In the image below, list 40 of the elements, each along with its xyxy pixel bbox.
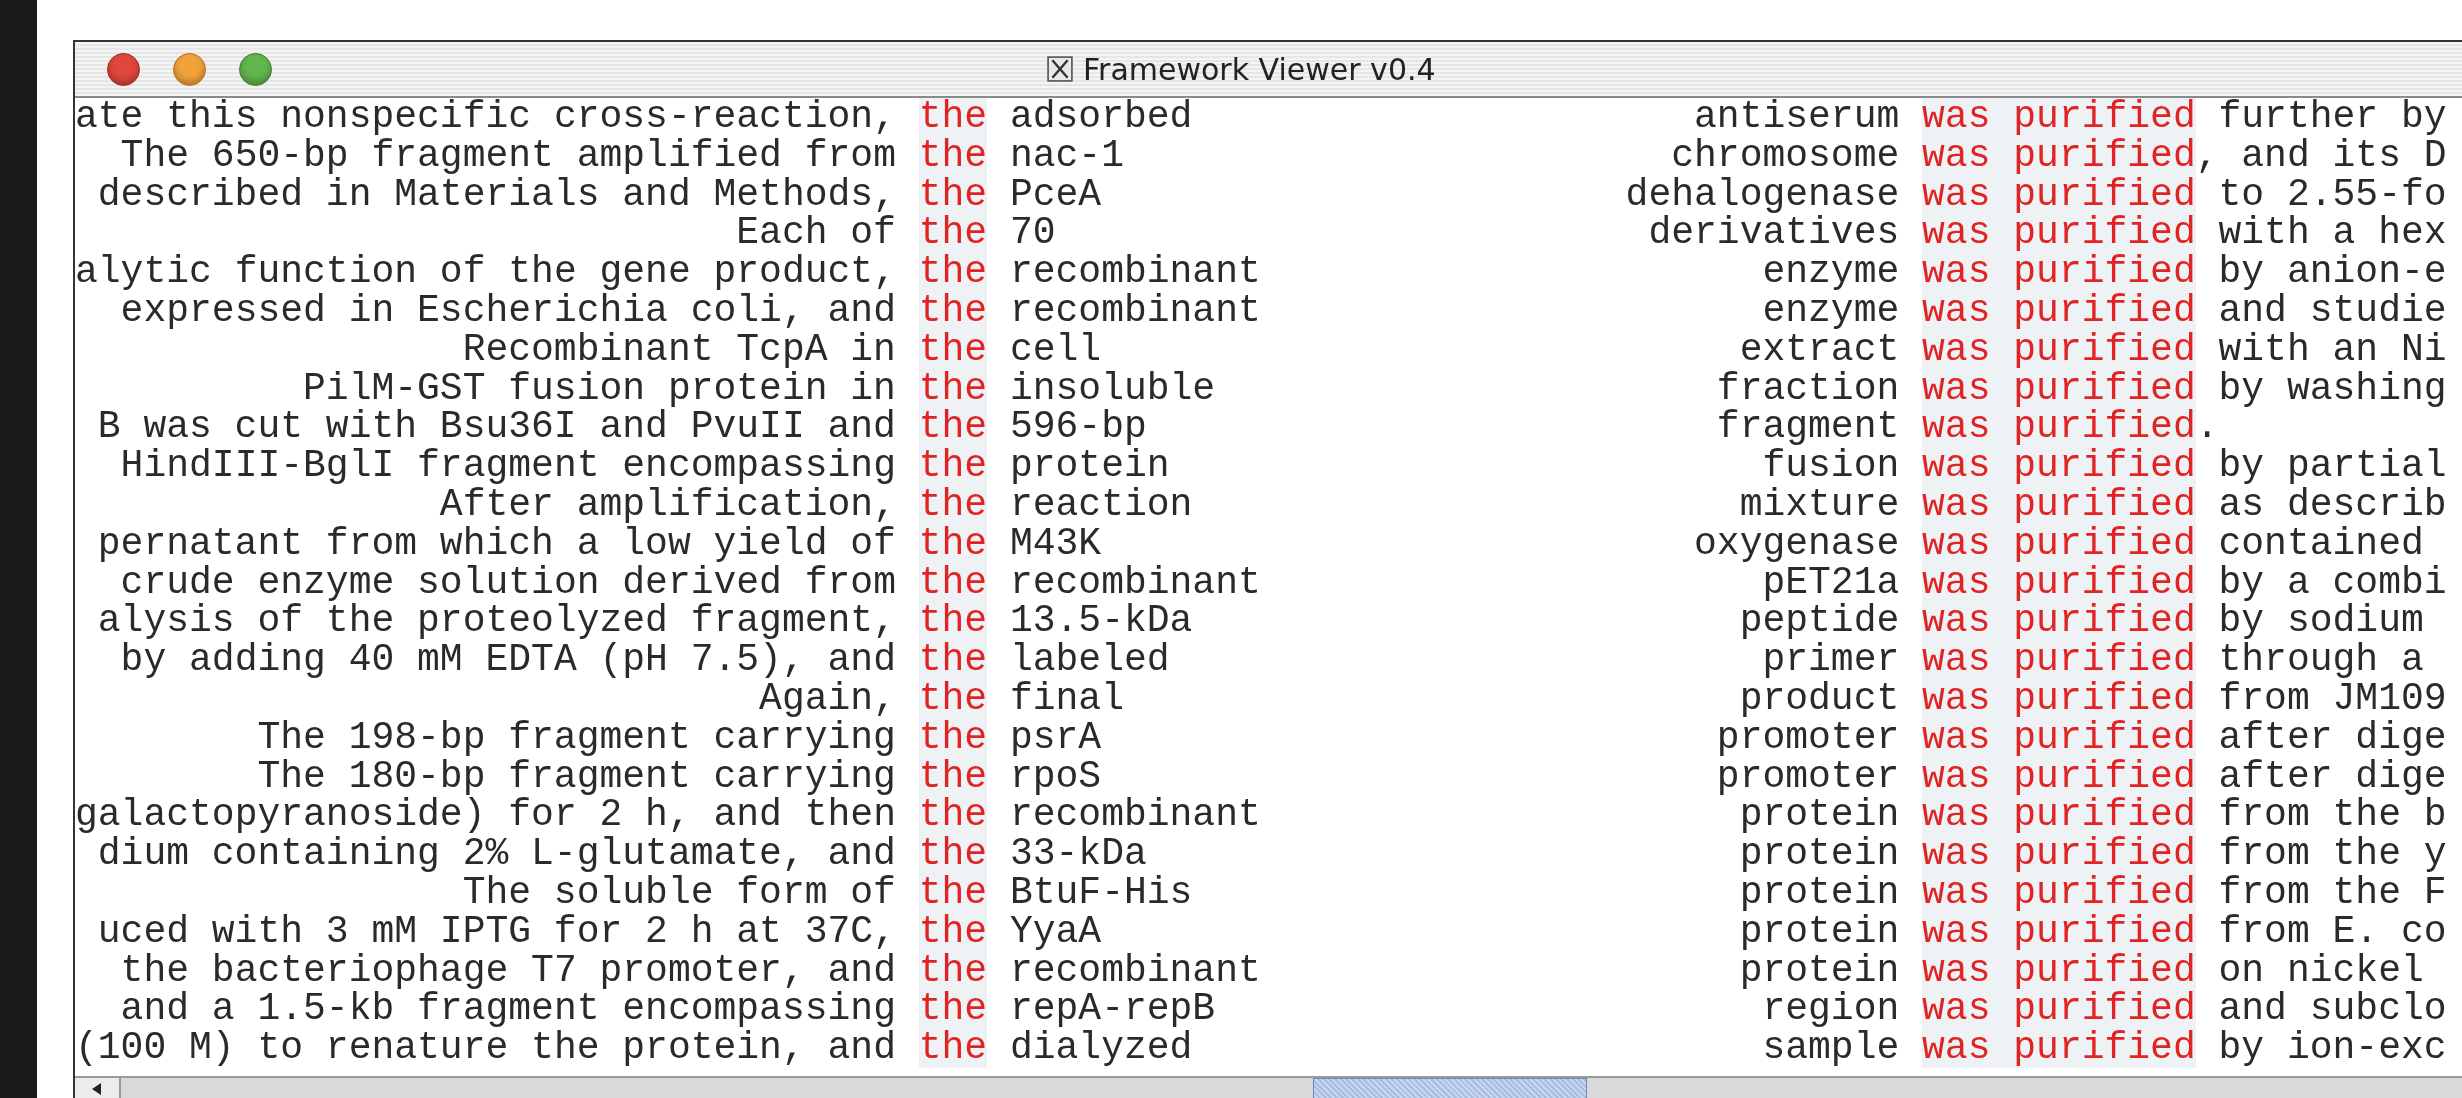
scroll-left-button[interactable] — [75, 1078, 121, 1098]
context-text: after dige — [2218, 715, 2447, 759]
keyword-text: the — [918, 211, 988, 255]
keyword-text: was purified — [1922, 250, 2196, 294]
context-text: HindIII-BglI fragment encompassing — [120, 444, 896, 488]
keyword-text: was purified — [1922, 832, 2196, 876]
context-text: further by — [2218, 98, 2447, 138]
context-text: from the y — [2218, 832, 2447, 876]
x-window-icon — [1047, 56, 1073, 82]
context-text: (100 M) to renature the protein, and — [75, 1026, 896, 1070]
context-text: . — [2195, 405, 2219, 449]
keyword-text: was purified — [1922, 638, 2196, 682]
close-button[interactable] — [107, 52, 140, 86]
zoom-button[interactable] — [239, 52, 272, 86]
horizontal-scrollbar[interactable] — [75, 1076, 2462, 1098]
keyword-text: was purified — [1922, 444, 2196, 488]
keyword-text: the — [918, 832, 988, 876]
keyword-text: was purified — [1922, 289, 2196, 332]
left-arrow-icon — [92, 1083, 102, 1095]
keyword-text: the — [918, 638, 988, 682]
minimize-button[interactable] — [173, 52, 206, 86]
context-text: through a — [2218, 638, 2424, 682]
window-title: Framework Viewer v0.4 — [1083, 51, 1436, 87]
keyword-text: the — [918, 405, 988, 449]
keyword-text: the — [918, 250, 988, 294]
context-text: primer — [1762, 638, 1900, 682]
context-text: by partial — [2218, 444, 2447, 488]
keyword-text: the — [918, 98, 988, 138]
keyword-text: the — [918, 599, 988, 643]
keyword-text: was purified — [1922, 98, 2196, 138]
keyword-text: the — [918, 987, 988, 1031]
context-text: dium containing 2% L-glutamate, and — [97, 832, 896, 876]
keyword-text: was purified — [1922, 1026, 2196, 1070]
scrollbar-thumb[interactable] — [1313, 1078, 1587, 1098]
keyword-text: the — [918, 289, 988, 332]
context-text: ate this nonspecific cross-reaction, — [75, 98, 896, 138]
keyword-text: the — [918, 1026, 988, 1070]
keyword-text: the — [918, 793, 988, 837]
keyword-text: the — [918, 444, 988, 488]
context-text: by adding 40 mM EDTA (pH 7.5), and — [120, 638, 896, 682]
